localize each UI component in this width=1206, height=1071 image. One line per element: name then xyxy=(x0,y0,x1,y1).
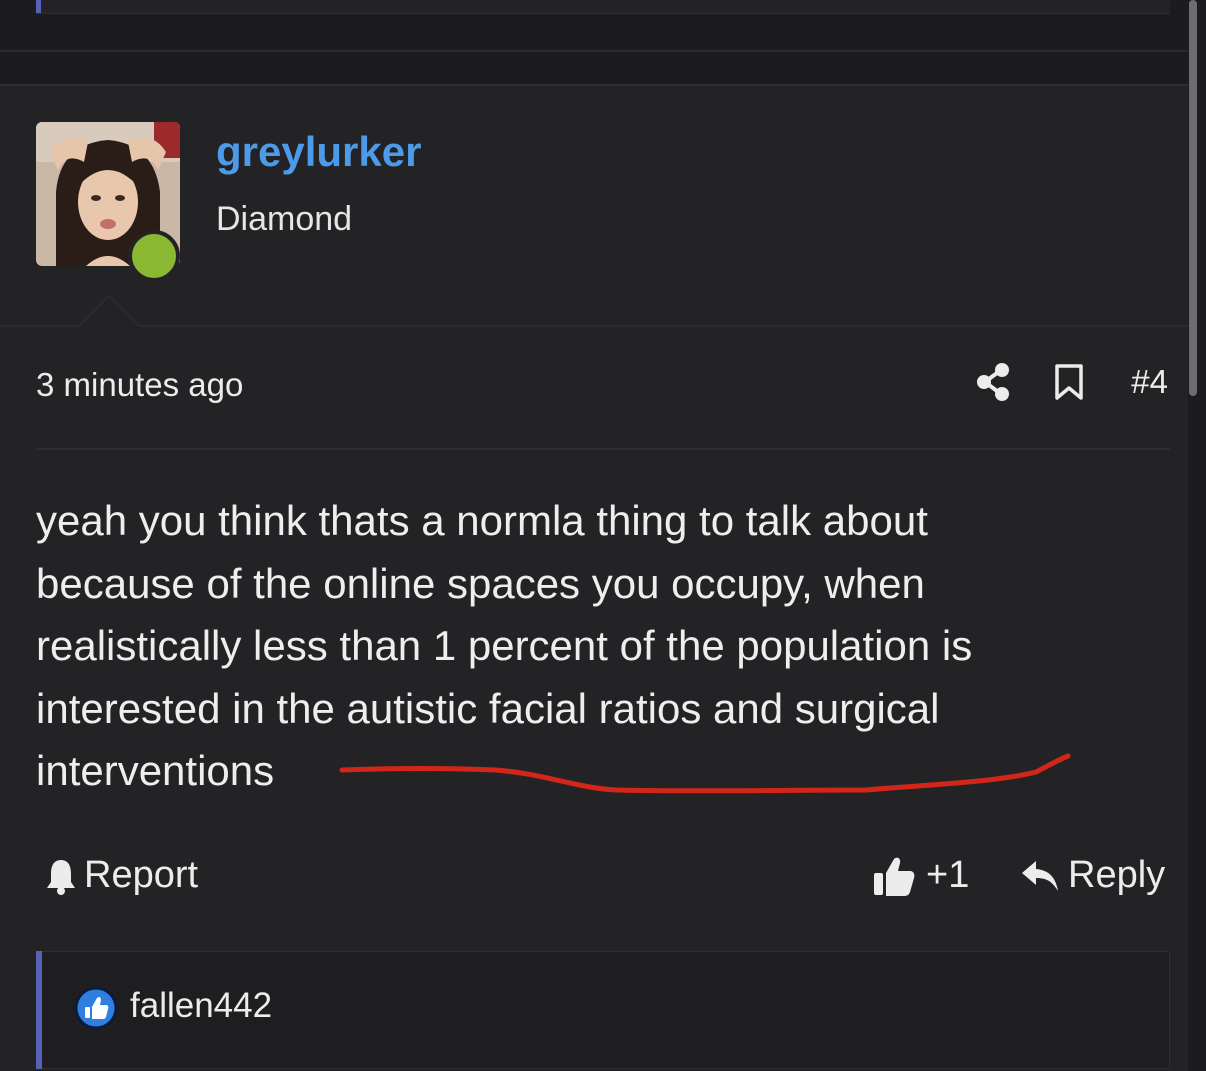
reply-button[interactable]: Reply xyxy=(1020,854,1165,897)
post-number-link[interactable]: #4 xyxy=(1131,363,1168,401)
bell-icon xyxy=(47,859,75,895)
share-icon[interactable] xyxy=(975,362,1011,402)
online-status-indicator xyxy=(128,230,180,282)
red-underline-annotation xyxy=(339,753,1071,794)
bookmark-icon[interactable] xyxy=(1053,363,1085,401)
like-button[interactable]: +1 xyxy=(872,854,969,897)
reply-label: Reply xyxy=(1068,854,1166,896)
author-rank: Diamond xyxy=(216,200,353,238)
report-label: Report xyxy=(84,854,199,896)
author-username[interactable]: greylurker xyxy=(216,128,421,176)
post-meta-actions: #4 xyxy=(975,362,1168,402)
author-pointer-caret-fill xyxy=(79,297,139,327)
previous-post-accent-bar xyxy=(36,0,41,13)
like-count: +1 xyxy=(926,854,970,896)
user-info-divider xyxy=(0,325,1188,327)
meta-divider xyxy=(36,448,1170,450)
report-button[interactable]: Report xyxy=(44,854,198,897)
like-reaction-icon xyxy=(74,986,118,1030)
post-separator xyxy=(0,50,1188,52)
thumbs-up-icon xyxy=(874,857,915,896)
reactions-accent-bar xyxy=(36,951,42,1069)
post-timestamp[interactable]: 3 minutes ago xyxy=(36,366,243,404)
reply-arrow-icon xyxy=(1022,860,1058,891)
previous-post-footer xyxy=(36,0,1170,14)
scrollbar-thumb[interactable] xyxy=(1189,0,1197,396)
reaction-username[interactable]: fallen442 xyxy=(130,986,272,1026)
